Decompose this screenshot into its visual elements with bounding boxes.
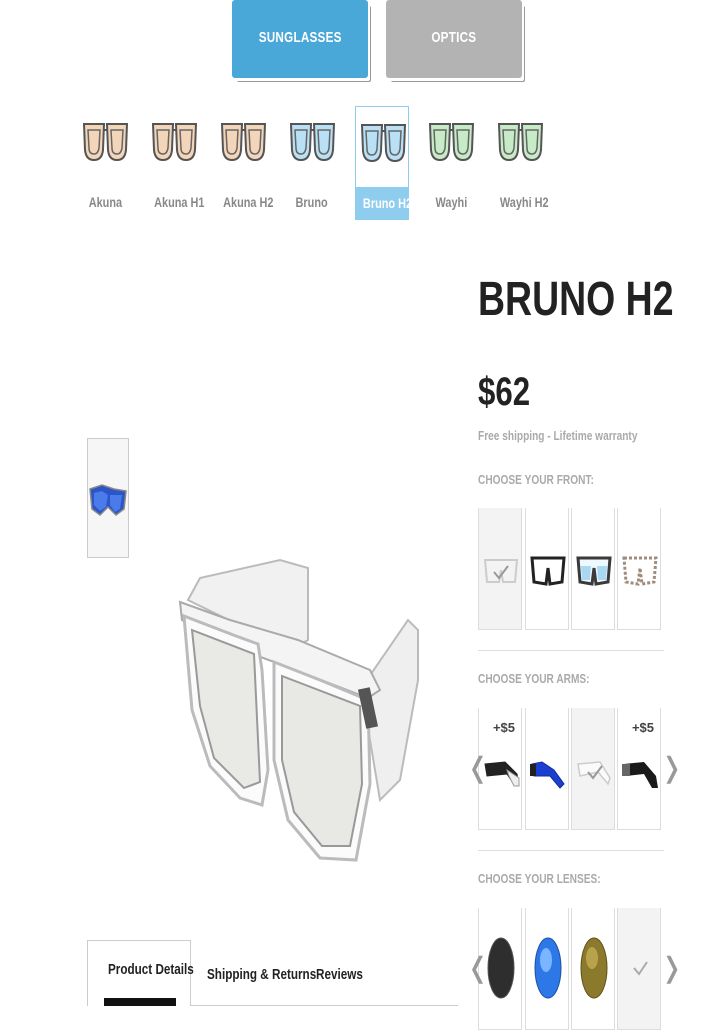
model-option[interactable]: Bruno <box>285 106 339 220</box>
model-option[interactable]: Akuna H1 <box>147 106 205 220</box>
front-option-blue-tort[interactable] <box>571 508 615 630</box>
model-option[interactable]: Bruno H2 <box>355 106 412 220</box>
front-option-clear[interactable] <box>478 508 522 630</box>
tab-product-details[interactable]: Product Details <box>87 940 194 1006</box>
lens-option-silver[interactable] <box>617 908 661 1030</box>
model-option[interactable]: Akuna <box>78 106 132 220</box>
front-option-tortoise[interactable] <box>617 508 661 630</box>
model-option[interactable]: Akuna H2 <box>216 106 274 220</box>
product-title: BRUNO H2 <box>478 273 674 326</box>
model-label: Akuna H2 <box>223 194 274 210</box>
lenses-section-label: CHOOSE YOUR LENSES: <box>478 871 601 886</box>
front-options <box>478 508 664 630</box>
black-arm-icon <box>622 762 658 788</box>
silver-lens-icon <box>633 961 648 976</box>
thumbnail-glasses-icon <box>89 484 127 516</box>
glasses-icon <box>289 123 336 162</box>
product-thumbnail[interactable] <box>87 438 129 558</box>
lens-option-blue-mirror[interactable] <box>525 908 569 1030</box>
model-option[interactable]: Wayhi <box>424 106 478 220</box>
arm-option-blue[interactable] <box>525 708 569 830</box>
tab-shipping-label: Shipping & Returns <box>207 966 317 983</box>
front-option-black[interactable] <box>525 508 569 630</box>
clear-front-icon <box>483 559 519 583</box>
sunglasses-label: SUNGLASSES <box>258 29 342 46</box>
arms-next-arrow[interactable]: ❭ <box>660 754 683 782</box>
arms-section-label: CHOOSE YOUR ARMS: <box>478 671 590 686</box>
arm-option-black[interactable]: +$5 <box>617 708 661 830</box>
blue-front-icon <box>576 556 612 586</box>
product-main-image <box>178 558 419 862</box>
tabs-divider <box>191 1005 458 1006</box>
lenses-next-arrow[interactable]: ❭ <box>660 954 683 982</box>
black-front-icon <box>530 556 566 586</box>
tab-reviews-label: Reviews <box>316 966 363 983</box>
divider-front <box>478 650 664 651</box>
model-label: Wayhi <box>435 194 467 210</box>
arm-option-clear[interactable] <box>571 708 615 830</box>
optics-label: OPTICS <box>431 29 477 46</box>
gold-lens-icon <box>580 937 608 999</box>
optics-category-button[interactable]: OPTICS <box>386 0 522 78</box>
shipping-note: Free shipping - Lifetime warranty <box>478 428 638 443</box>
model-label: Wayhi H2 <box>499 194 549 210</box>
tab-product-details-label: Product Details <box>108 961 194 978</box>
tortoise-front-icon <box>622 556 658 586</box>
glasses-icon <box>360 124 407 163</box>
glasses-icon <box>497 123 544 162</box>
glasses-icon <box>428 123 475 162</box>
active-tab-indicator <box>104 998 176 1006</box>
lenses-prev-arrow[interactable]: ❬ <box>466 954 489 982</box>
glasses-icon <box>151 123 198 162</box>
model-label: Akuna H1 <box>154 194 205 210</box>
model-label: Bruno <box>295 194 329 210</box>
arms-options: +$5 +$5 <box>478 708 664 830</box>
product-price: $62 <box>478 370 531 414</box>
model-label: Akuna <box>88 194 122 210</box>
arms-prev-arrow[interactable]: ❬ <box>466 754 489 782</box>
blue-lens-icon <box>534 937 562 999</box>
blue-arm-icon <box>530 761 565 789</box>
clear-arm-icon <box>577 761 611 786</box>
model-option[interactable]: Wayhi H2 <box>493 106 549 220</box>
divider-arms <box>478 850 664 851</box>
glasses-icon <box>220 123 267 162</box>
lens-options <box>478 908 664 1030</box>
lens-option-gold[interactable] <box>571 908 615 1030</box>
glasses-icon <box>82 123 129 162</box>
front-section-label: CHOOSE YOUR FRONT: <box>478 472 594 487</box>
sunglasses-category-button[interactable]: SUNGLASSES <box>232 0 368 78</box>
model-label: Bruno H2 <box>356 187 412 219</box>
